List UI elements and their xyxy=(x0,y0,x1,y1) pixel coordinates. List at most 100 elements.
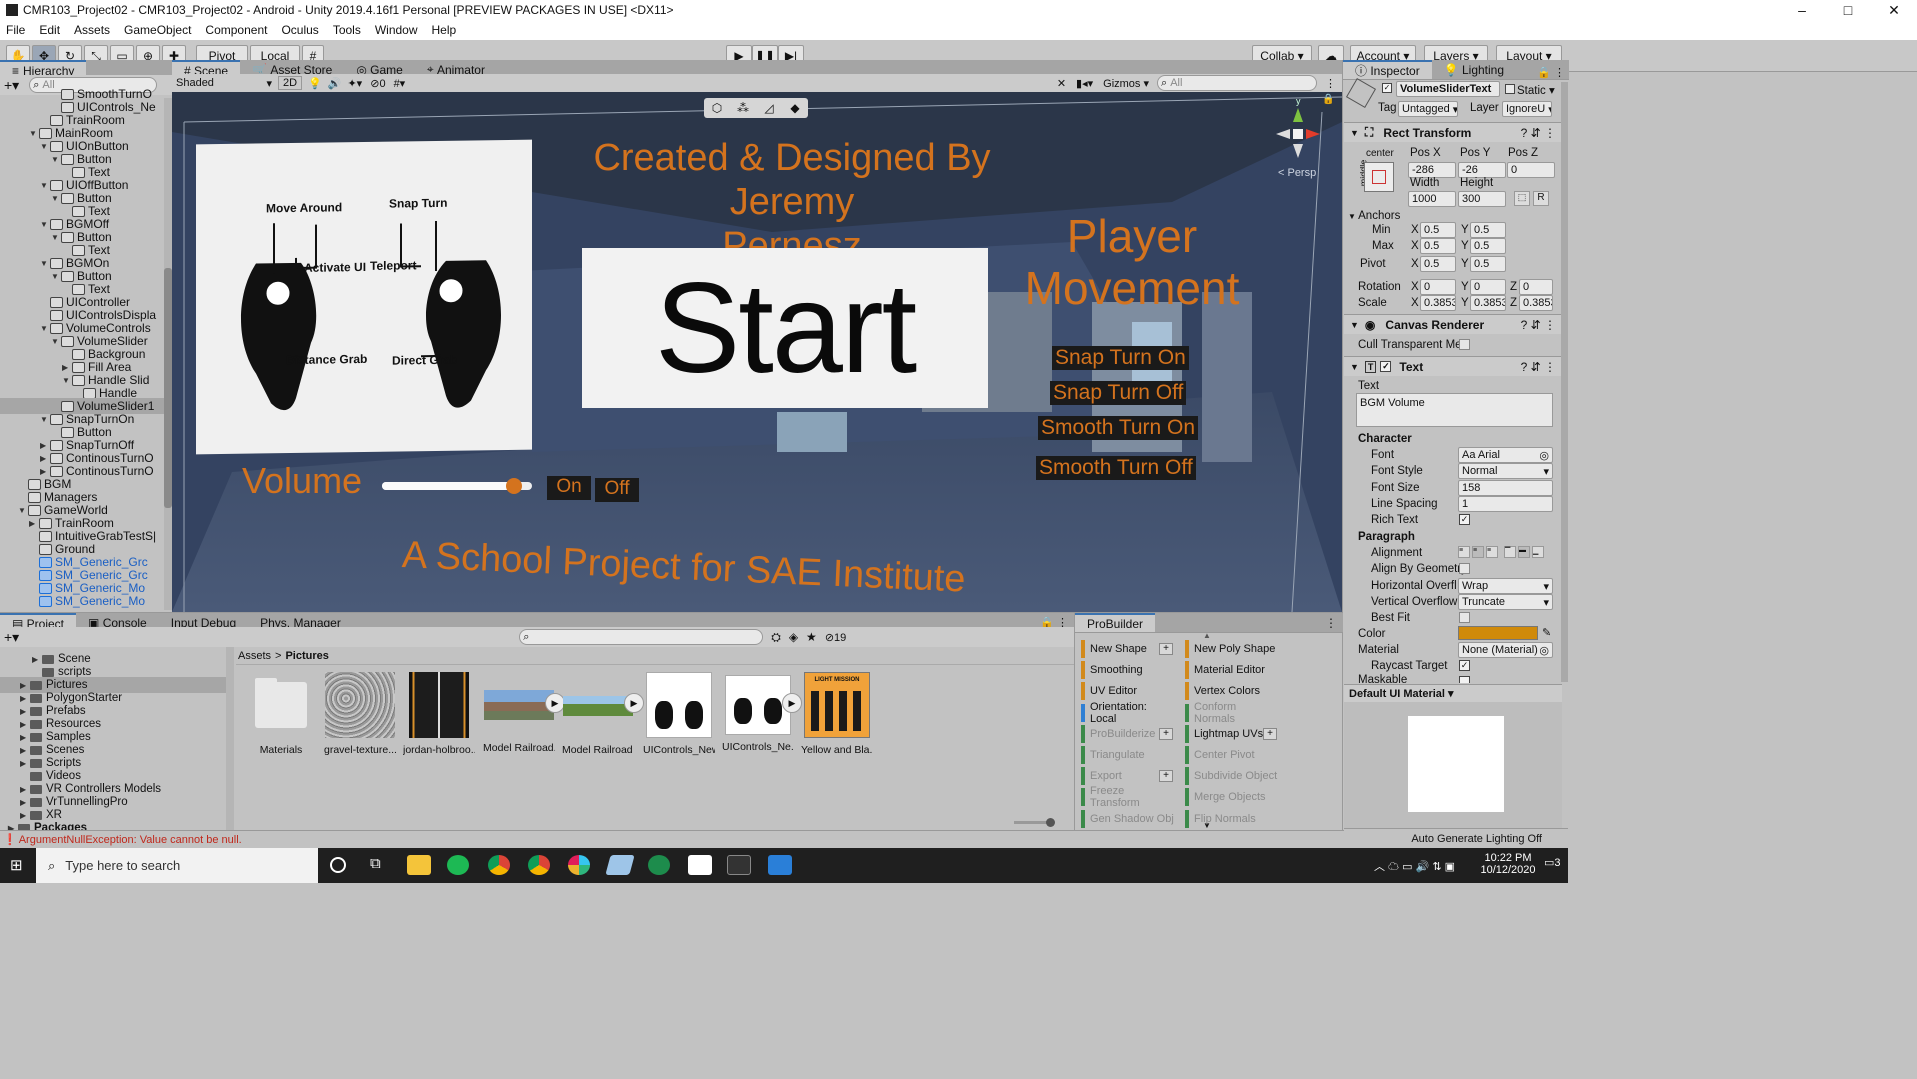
align-geometry-checkbox[interactable] xyxy=(1459,563,1470,574)
camera-icon[interactable]: ▮◂▾ xyxy=(1076,77,1093,90)
folder-foldout-icon[interactable]: ▶ xyxy=(32,655,42,664)
tools-icon[interactable]: ✕ xyxy=(1057,77,1066,90)
probuilder-options-icon[interactable]: + xyxy=(1159,770,1173,783)
posy-field[interactable]: -26 xyxy=(1458,162,1506,178)
inspector-scrollbar[interactable] xyxy=(1561,82,1568,682)
tag-dropdown[interactable]: Untagged ▾ xyxy=(1398,101,1458,117)
hidden-objects-icon[interactable]: ⊘0 xyxy=(370,77,385,90)
pivot-y-field[interactable]: 0.5 xyxy=(1470,256,1506,272)
folder-foldout-icon[interactable]: ▶ xyxy=(20,746,30,755)
min-y-field[interactable]: 0.5 xyxy=(1470,222,1506,238)
breadcrumb-assets[interactable]: Assets xyxy=(238,650,271,662)
probuilder-merge-objects-button[interactable]: Merge Objects xyxy=(1185,788,1279,807)
scale-z-field[interactable]: 0.3853 xyxy=(1519,295,1553,311)
horizontal-overflow-dropdown[interactable]: Wrap ▾ xyxy=(1458,578,1553,594)
tab-probuilder[interactable]: ProBuilder xyxy=(1075,613,1156,632)
probuilder-freeze-transform-button[interactable]: Freeze Transform xyxy=(1081,785,1175,809)
color-swatch[interactable] xyxy=(1458,626,1538,640)
rect-transform-header[interactable]: ▼ ⛶ Rect Transform ? ⇵ ⋮ xyxy=(1344,122,1562,142)
bgm-off-button[interactable]: Off xyxy=(595,478,639,502)
align-bottom-icon[interactable]: ▁ xyxy=(1532,546,1544,558)
project-tree-scrollbar[interactable] xyxy=(226,647,234,831)
text-menu-icon[interactable]: ? ⇵ ⋮ xyxy=(1521,360,1556,374)
foldout-arrow-icon[interactable]: ▶ xyxy=(62,363,72,372)
anchor-preset-button[interactable] xyxy=(1364,162,1394,192)
search-by-label-icon[interactable]: ◈ xyxy=(789,630,798,644)
cortana-icon[interactable] xyxy=(330,857,346,873)
align-right-icon[interactable]: ≡ xyxy=(1486,546,1498,558)
font-field[interactable]: Aa Arial ◎ xyxy=(1458,447,1553,463)
min-x-field[interactable]: 0.5 xyxy=(1420,222,1456,238)
asset-model-railroad-2[interactable]: Model Railroad ... xyxy=(562,672,634,756)
blueprint-mode-icon[interactable]: ⬚ xyxy=(1514,191,1530,206)
folder-foldout-icon[interactable]: ▶ xyxy=(20,785,30,794)
asset-uicontrols-new[interactable]: UIControls_New xyxy=(643,672,715,756)
gizmos-dropdown[interactable]: Gizmos ▾ xyxy=(1103,77,1149,90)
snap-turn-on-button[interactable]: Snap Turn On xyxy=(1052,346,1189,370)
foldout-arrow-icon[interactable]: ▼ xyxy=(62,376,72,385)
foldout-arrow-icon[interactable]: ▶ xyxy=(40,441,50,450)
probuilder-options-icon[interactable]: + xyxy=(1263,727,1277,740)
volume-slider-handle[interactable] xyxy=(506,478,522,494)
static-dropdown[interactable]: Static ▾ xyxy=(1517,83,1555,97)
shading-dropdown[interactable]: Shaded ▾ xyxy=(176,77,272,90)
active-checkbox[interactable]: ✓ xyxy=(1382,83,1392,93)
spotify-icon[interactable] xyxy=(447,855,469,875)
folder-foldout-icon[interactable]: ▶ xyxy=(20,733,30,742)
foldout-arrow-icon[interactable]: ▼ xyxy=(51,272,61,281)
font-style-dropdown[interactable]: Normal ▾ xyxy=(1458,463,1553,479)
posz-field[interactable]: 0 xyxy=(1507,162,1555,178)
effects-dropdown-icon[interactable]: ✦▾ xyxy=(347,77,362,90)
probuilder-new-poly-shape-button[interactable]: New Poly Shape xyxy=(1185,640,1279,658)
asset-jordan-holbrook[interactable]: jordan-holbroo... xyxy=(403,672,475,756)
foldout-arrow-icon[interactable]: ▼ xyxy=(40,220,50,229)
material-picker-icon[interactable]: ◎ xyxy=(1539,644,1549,657)
pivot-x-field[interactable]: 0.5 xyxy=(1420,256,1456,272)
scroll-up-icon[interactable]: ▲ xyxy=(1203,631,1211,640)
folder-foldout-icon[interactable]: ▶ xyxy=(20,720,30,729)
edge-mode-icon[interactable]: ◿ xyxy=(756,101,782,115)
vertex-mode-icon[interactable]: ⁂ xyxy=(730,101,756,115)
probuilder-center-pivot-button[interactable]: Center Pivot xyxy=(1185,746,1279,764)
asset-yellow-and-black[interactable]: LIGHT MISSION Yellow and Bla... xyxy=(801,672,873,756)
menu-help[interactable]: Help xyxy=(432,23,457,37)
align-middle-icon[interactable]: ▬ xyxy=(1518,546,1530,558)
font-size-field[interactable]: 158 xyxy=(1458,480,1553,496)
minimize-button[interactable]: – xyxy=(1779,2,1825,19)
lighting-toggle-icon[interactable]: 💡 xyxy=(308,77,322,90)
taskbar-clock[interactable]: 10:22 PM 10/12/2020 xyxy=(1478,852,1538,876)
audio-toggle-icon[interactable]: 🔊 xyxy=(328,77,342,90)
folder-foldout-icon[interactable]: ▶ xyxy=(20,681,30,690)
probuilder-menu-icon[interactable]: ⋮ xyxy=(1325,616,1337,630)
foldout-arrow-icon[interactable]: ▼ xyxy=(51,194,61,203)
grid-toggle-icon[interactable]: #▾ xyxy=(394,77,406,90)
oculus-app-icon[interactable] xyxy=(688,855,712,875)
cull-transparent-checkbox[interactable] xyxy=(1459,339,1470,350)
probuilder-uv-editor-button[interactable]: UV Editor xyxy=(1081,682,1175,701)
canvas-menu-icon[interactable]: ? ⇵ ⋮ xyxy=(1521,318,1556,332)
move-mode-icon[interactable]: ⬡ xyxy=(704,101,730,115)
probuilder-options-icon[interactable]: + xyxy=(1159,727,1173,740)
raycast-target-checkbox[interactable]: ✓ xyxy=(1459,660,1470,671)
scale-x-field[interactable]: 0.3853 xyxy=(1420,295,1456,311)
status-bar[interactable]: ❗ ArgumentNullException: Value cannot be… xyxy=(0,830,1344,848)
best-fit-checkbox[interactable] xyxy=(1459,612,1470,623)
maskable-checkbox[interactable] xyxy=(1459,676,1470,683)
foldout-arrow-icon[interactable]: ▼ xyxy=(29,129,39,138)
lock-icon[interactable]: 🔒 xyxy=(1322,94,1334,105)
expand-arrow-icon-3[interactable]: ▶ xyxy=(782,693,802,713)
favorites-icon[interactable]: ★ xyxy=(806,630,817,644)
eyedropper-icon[interactable]: ✎ xyxy=(1542,626,1551,639)
menu-tools[interactable]: Tools xyxy=(333,23,361,37)
probuilder-flip-normals-button[interactable]: Flip Normals xyxy=(1185,809,1279,828)
hierarchy-scrollbar[interactable] xyxy=(164,98,172,610)
folder-foldout-icon[interactable]: ▶ xyxy=(20,707,30,716)
file-explorer-icon[interactable] xyxy=(407,855,431,875)
rot-x-field[interactable]: 0 xyxy=(1420,279,1456,295)
probuilder-smoothing-button[interactable]: Smoothing xyxy=(1081,661,1175,680)
probuilder-options-icon[interactable]: + xyxy=(1159,643,1173,655)
foldout-arrow-icon[interactable]: ▼ xyxy=(51,155,61,164)
auto-lighting-status[interactable]: Auto Generate Lighting Off xyxy=(1411,833,1542,845)
scene-search-input[interactable]: ⌕ All xyxy=(1157,75,1317,91)
probuilder-vertex-colors-button[interactable]: Vertex Colors xyxy=(1185,682,1279,701)
